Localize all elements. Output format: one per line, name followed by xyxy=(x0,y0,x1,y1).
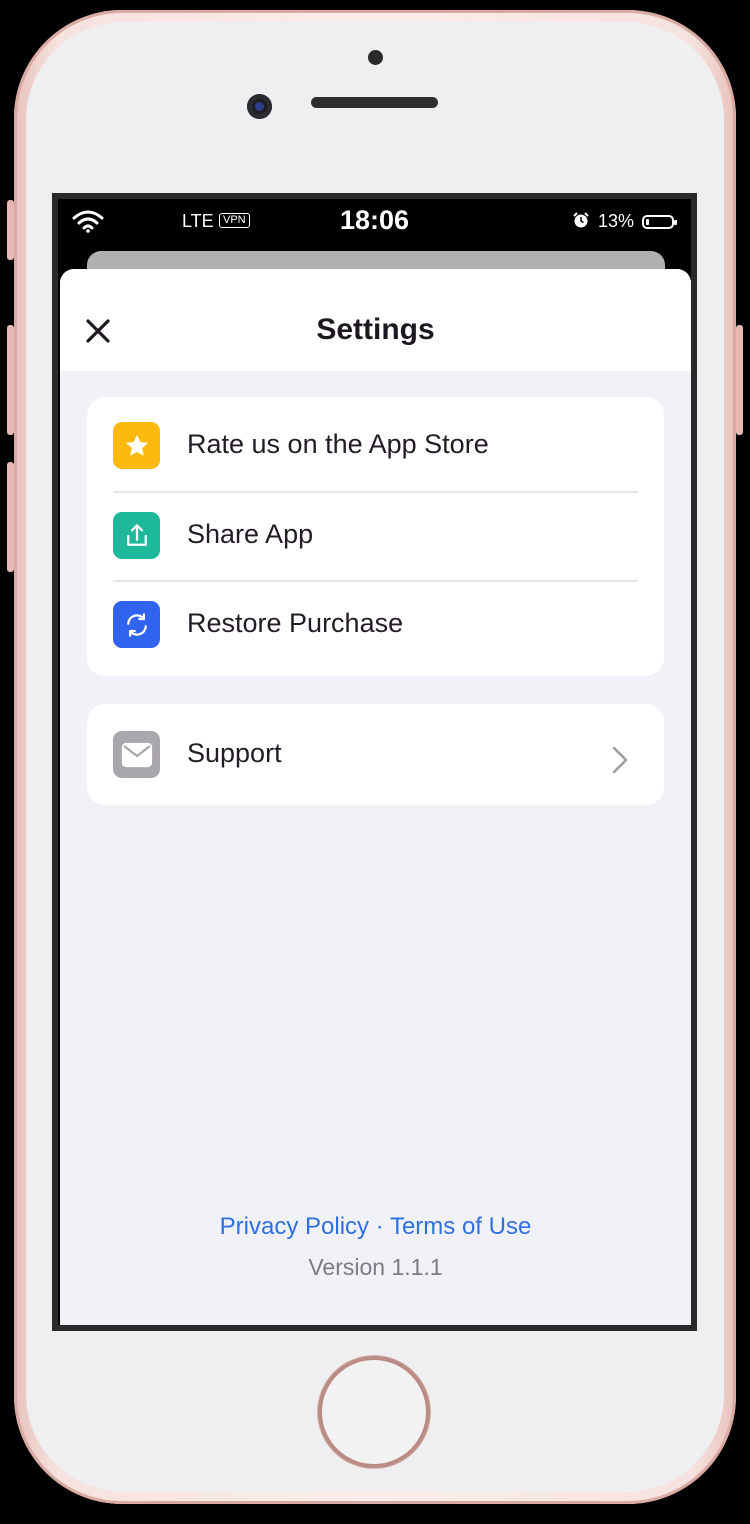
share-app-label: Share App xyxy=(187,519,314,549)
support-label: Support xyxy=(187,738,282,768)
screen: LTE VPN 18:06 13% Settings Rate us on th… xyxy=(52,193,697,1331)
terms-of-use-link[interactable]: Terms of Use xyxy=(390,1213,531,1240)
power-button xyxy=(736,325,743,435)
volume-up-button xyxy=(7,325,14,435)
settings-sheet: Settings Rate us on the App Store Share … xyxy=(60,269,691,1325)
status-time: 18:06 xyxy=(339,205,410,235)
chevron-right-icon xyxy=(612,746,628,774)
status-bar: LTE VPN 18:06 13% xyxy=(58,199,691,251)
home-button[interactable] xyxy=(318,1356,430,1468)
battery-icon xyxy=(642,215,677,229)
battery-fill xyxy=(646,219,649,225)
mute-switch xyxy=(7,200,14,260)
restore-purchase-label: Restore Purchase xyxy=(187,608,404,638)
page-title: Settings xyxy=(316,313,435,346)
star-icon xyxy=(113,422,160,469)
volume-down-button xyxy=(7,462,14,572)
proximity-sensor xyxy=(368,50,383,65)
rate-app-row[interactable]: Rate us on the App Store xyxy=(87,401,664,490)
support-row[interactable]: Support xyxy=(87,710,664,799)
alarm-icon xyxy=(573,212,589,228)
share-icon xyxy=(113,512,160,559)
front-camera xyxy=(247,94,272,119)
sheet-header: Settings xyxy=(60,269,691,371)
settings-group-main: Rate us on the App Store Share App Resto… xyxy=(87,397,664,676)
legal-links: Privacy Policy · Terms of Use xyxy=(60,1213,691,1241)
rate-app-label: Rate us on the App Store xyxy=(187,429,489,459)
privacy-policy-link[interactable]: Privacy Policy xyxy=(220,1213,369,1240)
link-separator: · xyxy=(375,1213,384,1240)
settings-group-support: Support xyxy=(87,704,664,805)
share-app-row[interactable]: Share App xyxy=(87,491,664,580)
restore-icon xyxy=(113,601,160,648)
battery-percent: 13% xyxy=(598,211,635,231)
restore-purchase-row[interactable]: Restore Purchase xyxy=(87,580,664,669)
mail-icon xyxy=(113,731,160,778)
earpiece-speaker xyxy=(311,97,438,108)
app-version: Version 1.1.1 xyxy=(308,1254,443,1280)
